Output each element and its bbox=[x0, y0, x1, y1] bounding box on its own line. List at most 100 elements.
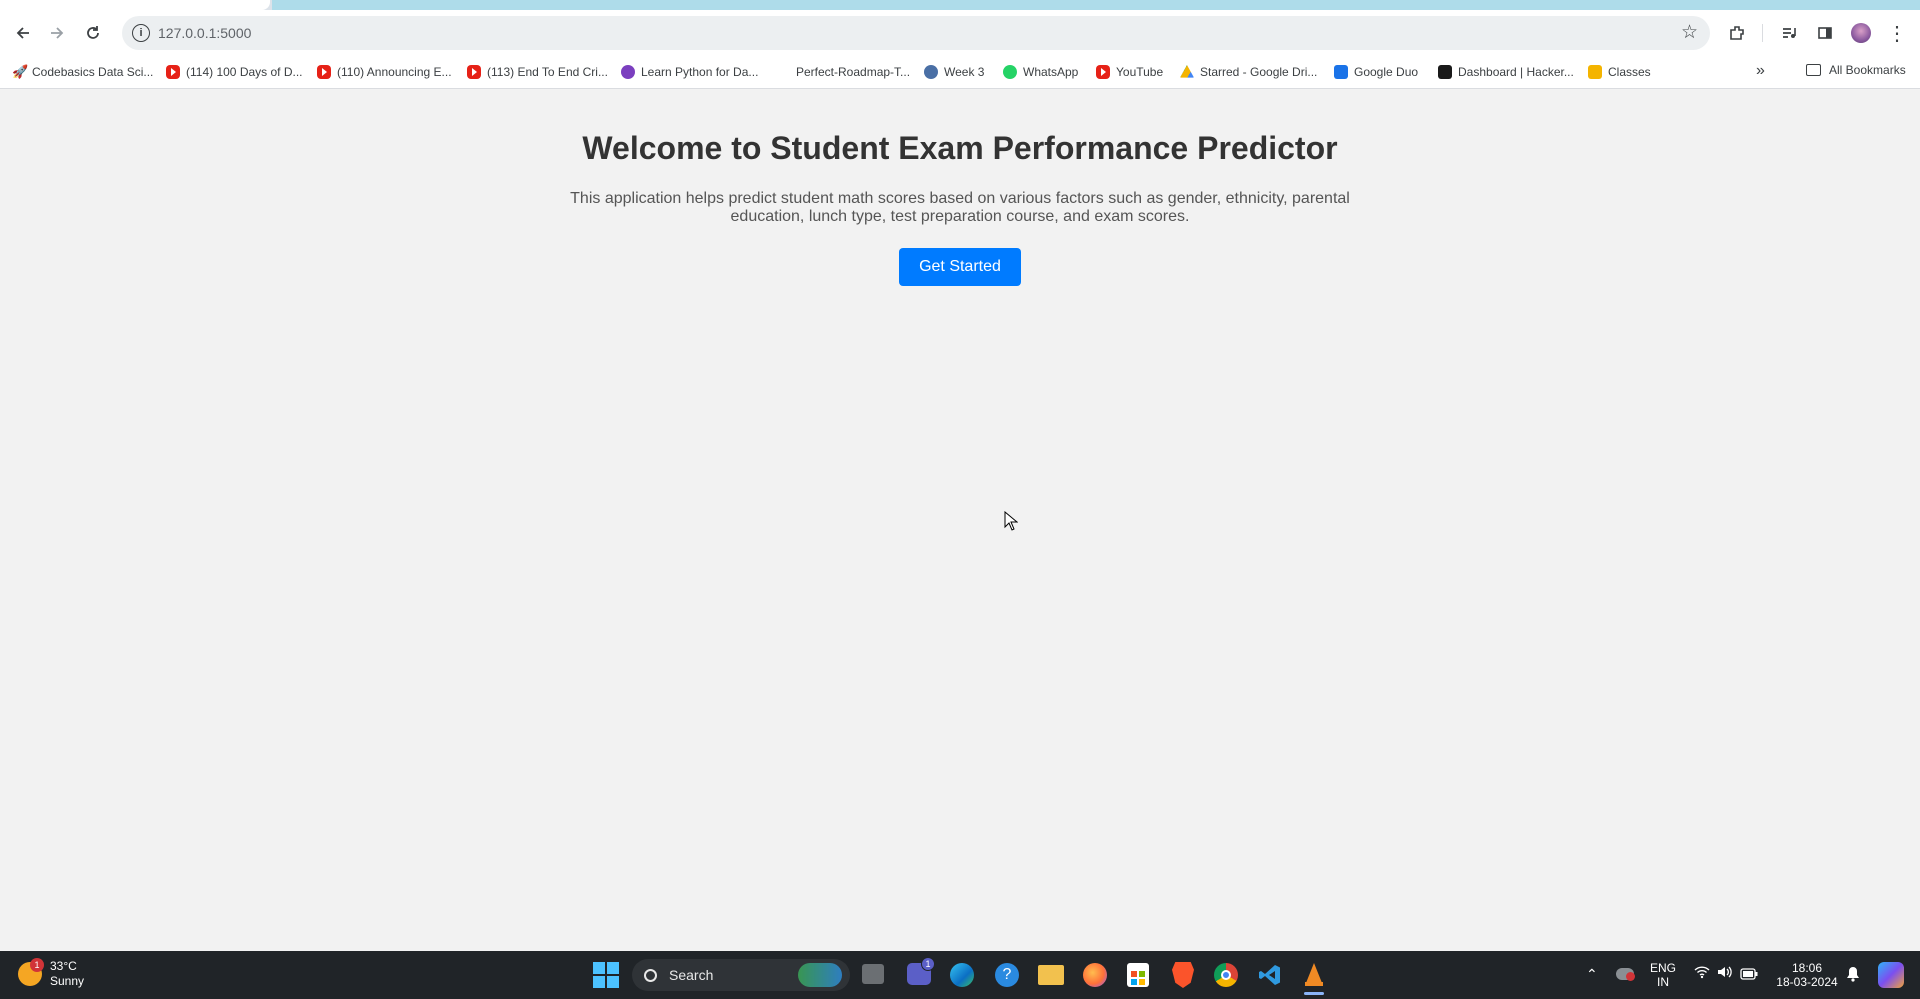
bookmark-item[interactable]: Perfect-Roadmap-T... bbox=[796, 63, 910, 81]
bookmark-label: Learn Python for Da... bbox=[641, 65, 759, 79]
brave-browser-icon[interactable] bbox=[1172, 962, 1194, 988]
taskbar: 1 33°C Sunny Search 1 ? ⌃ ENG IN 18:06 1… bbox=[0, 951, 1920, 999]
bookmarks-bar: 🚀 Codebasics Data Sci... (114) 100 Days o… bbox=[0, 56, 1920, 89]
back-arrow-icon[interactable] bbox=[10, 20, 36, 46]
help-icon[interactable]: ? bbox=[995, 963, 1019, 987]
page-title: Welcome to Student Exam Performance Pred… bbox=[582, 130, 1338, 166]
vscode-icon[interactable] bbox=[1258, 963, 1282, 987]
weather-badge: 1 bbox=[30, 958, 44, 972]
bookmark-item[interactable]: Google Duo bbox=[1334, 63, 1418, 81]
whatsapp-icon bbox=[1003, 65, 1017, 79]
bookmark-label: (113) End To End Cri... bbox=[487, 65, 608, 79]
week-icon bbox=[924, 65, 938, 79]
active-app-indicator bbox=[1304, 992, 1324, 995]
hackerrank-icon bbox=[1438, 65, 1452, 79]
bookmark-label: Perfect-Roadmap-T... bbox=[796, 65, 911, 79]
language-indicator[interactable]: ENG IN bbox=[1650, 961, 1676, 989]
google-duo-icon bbox=[1334, 65, 1348, 79]
profile-avatar[interactable] bbox=[1848, 20, 1874, 46]
microsoft-store-icon[interactable] bbox=[1127, 963, 1149, 987]
bookmark-label: Dashboard | Hacker... bbox=[1458, 65, 1574, 79]
bookmark-star-icon[interactable]: ☆ bbox=[1681, 21, 1698, 44]
firefox-icon[interactable] bbox=[1083, 963, 1107, 987]
bookmark-label: Week 3 bbox=[944, 65, 985, 79]
tab-strip bbox=[0, 0, 1920, 10]
onedrive-icon[interactable] bbox=[1616, 968, 1635, 981]
folder-icon bbox=[1806, 64, 1821, 76]
bookmark-item[interactable]: Week 3 bbox=[924, 63, 984, 81]
clock-time: 18:06 bbox=[1791, 961, 1823, 975]
address-bar[interactable]: i 127.0.0.1:5000 ☆ bbox=[122, 16, 1710, 50]
bookmark-item[interactable]: Dashboard | Hacker... bbox=[1438, 63, 1574, 81]
youtube-icon bbox=[317, 65, 331, 79]
youtube-icon bbox=[467, 65, 481, 79]
youtube-icon bbox=[1096, 65, 1110, 79]
extensions-icon[interactable] bbox=[1724, 20, 1750, 46]
chrome-icon[interactable] bbox=[1214, 963, 1238, 987]
bookmark-item[interactable]: WhatsApp bbox=[1003, 63, 1078, 81]
google-drive-icon bbox=[1180, 65, 1194, 78]
mouse-cursor-icon bbox=[1004, 511, 1018, 531]
notification-bell-icon[interactable] bbox=[1846, 966, 1860, 987]
task-view-icon[interactable] bbox=[862, 964, 884, 984]
weather-widget[interactable]: 1 33°C Sunny bbox=[18, 958, 85, 989]
menu-kebab-icon[interactable]: ⋮ bbox=[1884, 20, 1910, 46]
bookmark-label: Starred - Google Dri... bbox=[1200, 65, 1318, 79]
bookmark-item[interactable]: Starred - Google Dri... bbox=[1180, 63, 1317, 81]
get-started-button[interactable]: Get Started bbox=[899, 248, 1021, 286]
teams-chat-icon[interactable]: 1 bbox=[907, 957, 935, 985]
tab-group[interactable] bbox=[272, 0, 1920, 10]
clock[interactable]: 18:06 18-03-2024 bbox=[1772, 961, 1842, 989]
edge-browser-icon[interactable] bbox=[950, 963, 974, 987]
page-description: This application helps predict student m… bbox=[570, 190, 1350, 225]
region-code: IN bbox=[1657, 975, 1669, 989]
show-hidden-icons-chevron-icon[interactable]: ⌃ bbox=[1586, 966, 1598, 983]
copilot-icon[interactable] bbox=[1878, 962, 1904, 988]
vlc-icon[interactable] bbox=[1302, 962, 1326, 995]
bookmark-item[interactable]: (110) Announcing E... bbox=[317, 63, 452, 81]
bookmark-item[interactable]: (114) 100 Days of D... bbox=[166, 63, 303, 81]
chat-badge: 1 bbox=[921, 957, 935, 971]
bookmark-item[interactable]: 🚀 Codebasics Data Sci... bbox=[12, 63, 153, 81]
all-bookmarks-label: All Bookmarks bbox=[1829, 63, 1906, 77]
bookmark-label: Google Duo bbox=[1354, 65, 1419, 79]
url-text[interactable]: 127.0.0.1:5000 bbox=[158, 25, 251, 41]
all-bookmarks-button[interactable]: All Bookmarks bbox=[1806, 63, 1906, 77]
classroom-icon bbox=[1588, 65, 1602, 79]
weather-description: Sunny bbox=[50, 974, 85, 988]
bookmark-label: YouTube bbox=[1116, 65, 1164, 79]
clock-date: 18-03-2024 bbox=[1776, 975, 1838, 989]
bookmark-label: (110) Announcing E... bbox=[337, 65, 452, 79]
wifi-icon[interactable] bbox=[1694, 965, 1710, 982]
volume-icon[interactable] bbox=[1717, 965, 1733, 984]
search-icon bbox=[644, 968, 657, 982]
rocket-icon: 🚀 bbox=[12, 64, 29, 79]
forward-arrow-icon[interactable] bbox=[44, 20, 70, 46]
search-label: Search bbox=[669, 967, 714, 983]
file-explorer-icon[interactable] bbox=[1038, 965, 1064, 985]
media-control-icon[interactable] bbox=[1776, 20, 1802, 46]
windows-start-icon[interactable] bbox=[593, 962, 619, 988]
reload-icon[interactable] bbox=[80, 20, 106, 46]
language-code: ENG bbox=[1650, 961, 1677, 975]
bookmark-label: WhatsApp bbox=[1023, 65, 1079, 79]
bookmark-item[interactable]: Learn Python for Da... bbox=[621, 63, 758, 81]
site-info-icon[interactable]: i bbox=[132, 24, 150, 42]
toolbar-divider bbox=[1762, 24, 1763, 42]
side-panel-icon[interactable] bbox=[1812, 20, 1838, 46]
taskbar-search[interactable]: Search bbox=[632, 959, 850, 991]
bookmark-item[interactable]: YouTube bbox=[1096, 63, 1163, 81]
browser-toolbar: i 127.0.0.1:5000 ☆ ⋮ bbox=[0, 10, 1920, 56]
sun-icon: 1 bbox=[18, 958, 44, 986]
active-tab[interactable] bbox=[0, 0, 270, 10]
youtube-icon bbox=[166, 65, 180, 79]
search-highlight-icon bbox=[798, 963, 842, 987]
bookmark-label: Codebasics Data Sci... bbox=[32, 65, 154, 79]
bookmark-item[interactable]: Classes bbox=[1588, 63, 1651, 81]
battery-icon[interactable] bbox=[1740, 967, 1758, 985]
bookmark-item[interactable]: (113) End To End Cri... bbox=[467, 63, 608, 81]
page-content: Welcome to Student Exam Performance Pred… bbox=[0, 90, 1920, 951]
more-bookmarks-chevron-icon[interactable]: » bbox=[1756, 62, 1765, 80]
course-icon bbox=[621, 65, 635, 79]
bookmark-label: Classes bbox=[1608, 65, 1651, 79]
